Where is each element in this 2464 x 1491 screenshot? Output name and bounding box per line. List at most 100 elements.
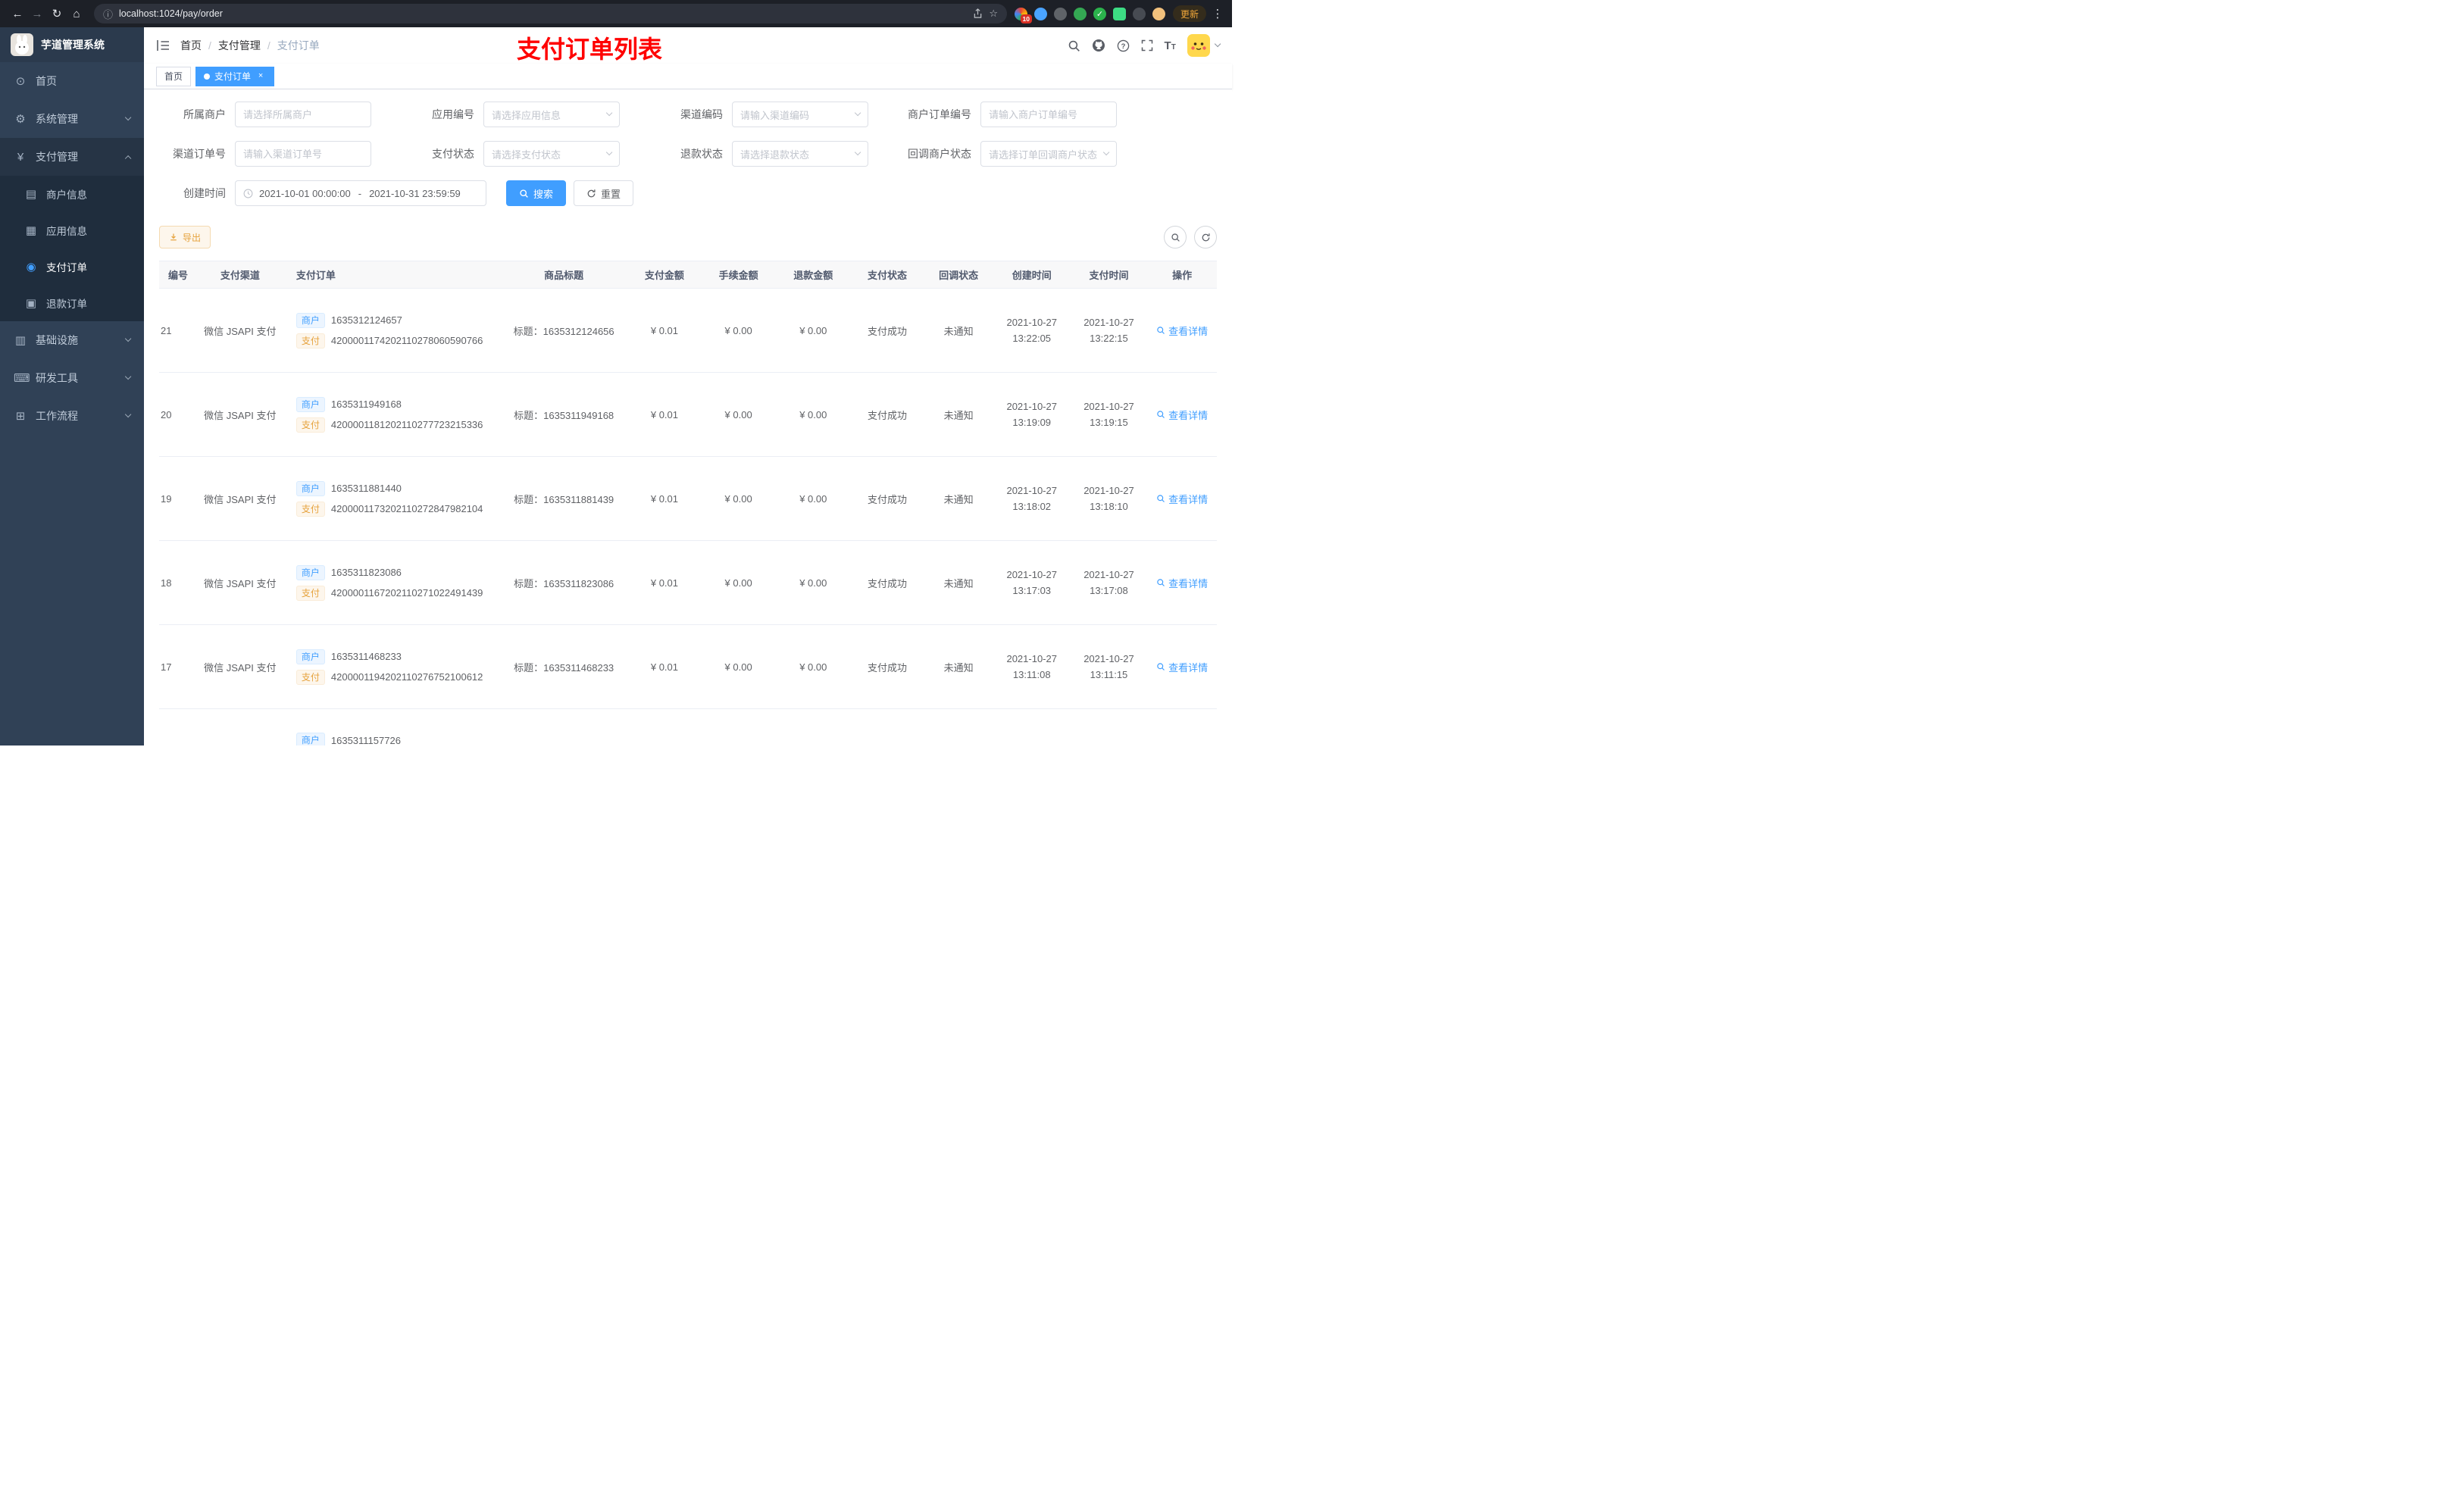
pay-tag: 支付 [295, 501, 325, 517]
sidebar-item-merchant-info[interactable]: ▤ 商户信息 [0, 176, 144, 212]
tab-home[interactable]: 首页 [156, 66, 192, 86]
address-bar[interactable]: ⓘ localhost:1024/pay/order ☆ [94, 4, 1007, 23]
product-title: 标题：1635312124656 [499, 288, 628, 373]
font-size-icon[interactable]: TT [1165, 39, 1176, 52]
search-icon [520, 189, 528, 198]
pay-amount: ¥ 0.01 [627, 372, 702, 457]
home-button[interactable]: ⌂ [67, 4, 86, 23]
search-button[interactable]: 搜索 [506, 180, 567, 206]
forward-button[interactable]: → [27, 4, 47, 23]
chevron-down-icon [124, 114, 132, 121]
share-icon[interactable] [973, 8, 983, 19]
column-header: 手续金额 [701, 261, 776, 289]
github-icon[interactable] [1092, 39, 1105, 52]
sidebar-item-app-info[interactable]: ▦ 应用信息 [0, 212, 144, 248]
refresh-table-button[interactable] [1194, 226, 1217, 248]
help-icon[interactable]: ? [1117, 39, 1130, 52]
date-range-picker[interactable]: 2021-10-01 00:00:00 - 2021-10-31 23:59:5… [235, 180, 486, 206]
user-menu[interactable] [1187, 34, 1221, 57]
bookmark-star-icon[interactable]: ☆ [989, 8, 998, 20]
sidebar-item-workflow[interactable]: ⊞ 工作流程 [0, 397, 144, 435]
collapse-sidebar-icon[interactable] [156, 39, 170, 52]
site-info-icon[interactable]: ⓘ [103, 7, 113, 21]
pay-status-select[interactable]: 请选择支付状态 [483, 141, 620, 167]
app-select[interactable]: 请选择应用信息 [483, 102, 620, 127]
sidebar-item-pay[interactable]: ¥ 支付管理 [0, 138, 144, 176]
pay-tag: 支付 [295, 669, 325, 685]
search-icon[interactable] [1068, 39, 1080, 52]
view-detail-link[interactable]: 查看详情 [1156, 492, 1208, 506]
table-row: 商户 1635311157726 支付 [159, 709, 1217, 746]
breadcrumb-home[interactable]: 首页 [180, 38, 202, 53]
fee-amount: ¥ 0.00 [701, 540, 776, 625]
table-row: 21 微信 JSAPI 支付 商户 1635312124657 支付 42000… [159, 288, 1217, 373]
logo[interactable]: 芋道管理系统 [0, 27, 144, 62]
notify-status: 未通知 [924, 540, 993, 625]
merchant-tag: 商户 [295, 396, 325, 412]
view-detail-link[interactable]: 查看详情 [1156, 576, 1208, 590]
extension-icon-green[interactable] [1073, 7, 1087, 20]
browser-update-button[interactable]: 更新 [1172, 5, 1206, 22]
breadcrumb-section[interactable]: 支付管理 [218, 38, 261, 53]
sidebar-item-pay-order[interactable]: ◉ 支付订单 [0, 248, 144, 285]
merchant-input[interactable] [235, 102, 371, 127]
fullscreen-icon[interactable] [1141, 39, 1153, 52]
order-id: 19 [159, 456, 195, 541]
browser-menu-icon[interactable]: ⋮ [1211, 7, 1224, 20]
sidebar-item-home[interactable]: ⊙ 首页 [0, 62, 144, 100]
notify-status-select[interactable]: 请选择订单回调商户状态 [980, 141, 1117, 167]
extension-icon-chat[interactable] [1112, 7, 1126, 20]
reload-button[interactable]: ↻ [47, 4, 67, 23]
sidebar: 芋道管理系统 ⊙ 首页 ⚙ 系统管理 ¥ 支付管理 ▤ 商户信息 ▦ 应用信息 … [0, 27, 144, 746]
channel-code-select[interactable]: 请输入渠道编码 [732, 102, 868, 127]
refund-status-select[interactable]: 请选择退款状态 [732, 141, 868, 167]
sidebar-item-refund-order[interactable]: ▣ 退款订单 [0, 285, 144, 321]
chevron-down-icon [854, 110, 861, 117]
extension-icon-pin[interactable] [1132, 7, 1146, 20]
grid-icon: ▦ [25, 224, 37, 237]
toggle-search-button[interactable] [1164, 226, 1187, 248]
extension-icon-blue[interactable] [1033, 7, 1047, 20]
view-detail-link[interactable]: 查看详情 [1156, 408, 1208, 422]
sidebar-item-dev-tools[interactable]: ⌨ 研发工具 [0, 359, 144, 397]
chevron-down-icon [124, 335, 132, 342]
column-header: 编号 [159, 261, 195, 289]
pay-status: 支付成功 [850, 624, 924, 709]
table-header-row: 编号 支付渠道 支付订单 商品标题 支付金额 手续金额 退款金额 支付状态 回调… [159, 261, 1217, 289]
tab-pay-order[interactable]: 支付订单 × [195, 66, 275, 86]
screen: ← → ↻ ⌂ ⓘ localhost:1024/pay/order ☆ 10 … [0, 0, 1232, 746]
extension-icon-check[interactable]: ✓ [1093, 7, 1106, 20]
sidebar-item-infra[interactable]: ▥ 基础设施 [0, 321, 144, 359]
svg-text:?: ? [1121, 42, 1125, 50]
sidebar-item-system[interactable]: ⚙ 系统管理 [0, 100, 144, 138]
channel-order-no-input[interactable] [235, 141, 371, 167]
topbar-actions: ? TT [1068, 34, 1221, 57]
extension-icon-colorful[interactable]: 10 [1014, 7, 1032, 23]
chevron-down-icon [605, 149, 613, 156]
filter-channel-code: 渠道编码 请输入渠道编码 [656, 102, 868, 127]
profile-avatar-icon[interactable] [1152, 7, 1165, 20]
date-start: 2021-10-01 00:00:00 [259, 187, 351, 199]
browser-chrome: ← → ↻ ⌂ ⓘ localhost:1024/pay/order ☆ 10 … [0, 0, 1232, 27]
reset-button[interactable]: 重置 [574, 180, 634, 206]
back-button[interactable]: ← [8, 4, 27, 23]
close-tab-icon[interactable]: × [255, 71, 266, 82]
pay-tag: 支付 [295, 333, 325, 349]
view-detail-link[interactable]: 查看详情 [1156, 324, 1208, 338]
table-row: 19 微信 JSAPI 支付 商户 1635311881440 支付 42000… [159, 456, 1217, 541]
pay-order-no: 4200001181202110277723215336 [330, 419, 483, 430]
merchant-order-no-input[interactable] [980, 102, 1117, 127]
column-header: 支付状态 [850, 261, 924, 289]
pay-order-cell: 商户 1635311823086 支付 42000011672021102710… [285, 540, 500, 625]
notify-status: 未通知 [924, 372, 993, 457]
export-button[interactable]: 导出 [159, 226, 211, 248]
filter-merchant-order-no: 商户订单编号 [905, 102, 1117, 127]
card-icon: ▤ [25, 188, 37, 201]
pay-channel: 微信 JSAPI 支付 [194, 624, 286, 709]
create-time-cell: 2021-10-27 13:17:03 [993, 540, 1071, 625]
column-header: 支付金额 [627, 261, 702, 289]
view-detail-link[interactable]: 查看详情 [1156, 660, 1208, 674]
app-frame: 芋道管理系统 ⊙ 首页 ⚙ 系统管理 ¥ 支付管理 ▤ 商户信息 ▦ 应用信息 … [0, 27, 1232, 746]
create-time-cell: 2021-10-27 13:18:02 [993, 456, 1071, 541]
extension-icon-gray[interactable] [1053, 7, 1067, 20]
